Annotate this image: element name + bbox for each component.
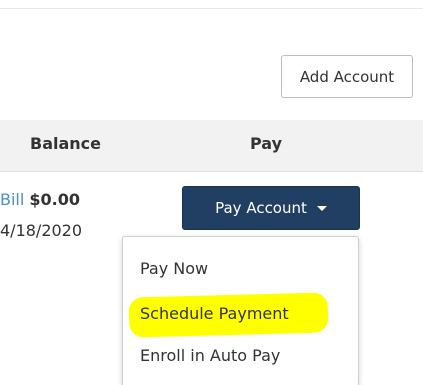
balance-amount: $0.00 (29, 190, 81, 209)
chevron-down-icon (316, 205, 327, 211)
add-account-button[interactable]: Add Account (281, 55, 413, 98)
bill-link[interactable]: Bill (0, 190, 24, 209)
pay-account-menu: Pay Now Schedule Payment Enroll in Auto … (122, 236, 359, 385)
column-header-balance: Balance (30, 134, 101, 153)
balance-cell: Bill $0.00 (0, 190, 80, 209)
due-date: 4/18/2020 (0, 221, 83, 240)
pay-account-label: Pay Account (215, 199, 307, 217)
column-header-pay: Pay (250, 134, 283, 153)
menu-item-pay-now[interactable]: Pay Now (140, 259, 208, 278)
menu-item-schedule-payment[interactable]: Schedule Payment (140, 304, 289, 323)
pay-account-dropdown-button[interactable]: Pay Account (182, 186, 360, 230)
menu-item-enroll-auto-pay[interactable]: Enroll in Auto Pay (140, 346, 280, 365)
top-divider (0, 8, 423, 9)
